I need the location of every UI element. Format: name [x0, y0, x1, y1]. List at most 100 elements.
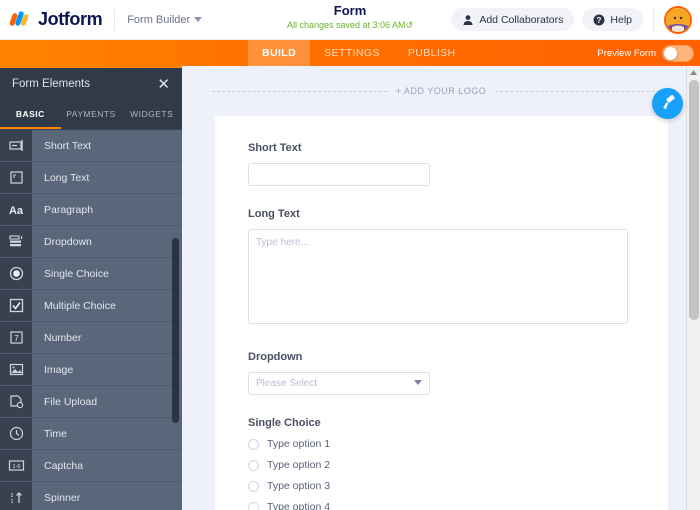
- sidebar-scrollbar[interactable]: [172, 238, 179, 423]
- form-card: Short Text Long Text Dropdown Please Sel…: [215, 116, 668, 510]
- radio-option-label: Type option 3: [267, 480, 331, 492]
- radio-option[interactable]: Type option 4: [248, 501, 635, 510]
- tab-settings-label: SETTINGS: [324, 47, 380, 59]
- dropdown-wrapper: Please Select: [248, 372, 430, 395]
- add-logo-label[interactable]: + ADD YOUR LOGO: [387, 86, 496, 96]
- help-button[interactable]: ? Help: [582, 8, 643, 31]
- radio-icon[interactable]: [248, 438, 259, 450]
- tab-publish-label: PUBLISH: [407, 47, 456, 59]
- radio-option[interactable]: Type option 3: [248, 480, 635, 492]
- sidebar-item-spinner[interactable]: 21 Spinner: [0, 482, 182, 510]
- form-elements-sidebar: Form Elements ✕ BASIC PAYMENTS WIDGETS S…: [0, 66, 182, 510]
- radio-icon[interactable]: [248, 480, 259, 492]
- clock-icon: [0, 418, 32, 449]
- tab-publish[interactable]: PUBLISH: [394, 40, 470, 66]
- toggle-knob: [664, 46, 677, 60]
- tab-build-label: BUILD: [262, 47, 297, 59]
- svg-text:1-6: 1-6: [12, 464, 20, 470]
- tab-payments-label: PAYMENTS: [66, 108, 116, 119]
- sidebar-tabs: BASIC PAYMENTS WIDGETS: [0, 100, 182, 130]
- sidebar-item-time[interactable]: Time: [0, 418, 182, 450]
- dropdown-label: Dropdown: [248, 351, 303, 363]
- scroll-up-arrow-icon[interactable]: [687, 66, 700, 79]
- main-nav-bar: BUILD SETTINGS PUBLISH Preview Form: [0, 40, 700, 66]
- radio-icon[interactable]: [248, 459, 259, 471]
- sidebar-item-dropdown[interactable]: Dropdown: [0, 226, 182, 258]
- short-text-label: Short Text: [248, 142, 302, 154]
- logo-dash-right: [495, 90, 671, 92]
- add-logo-row[interactable]: + ADD YOUR LOGO: [182, 66, 700, 116]
- sidebar-item-label: Captcha: [44, 459, 84, 472]
- paragraph-icon: Aa: [0, 194, 32, 225]
- sidebar-item-captcha[interactable]: 1-6 Captcha: [0, 450, 182, 482]
- undo-icon[interactable]: ↺: [406, 20, 414, 30]
- tab-widgets[interactable]: WIDGETS: [121, 100, 182, 129]
- sidebar-item-label: Single Choice: [44, 267, 109, 280]
- sidebar-item-multiple-choice[interactable]: Multiple Choice: [0, 290, 182, 322]
- sidebar-item-label: File Upload: [44, 395, 98, 408]
- logo-dash-left: [212, 90, 387, 92]
- captcha-icon: 1-6: [0, 450, 32, 481]
- sidebar-item-paragraph[interactable]: Aa Paragraph: [0, 194, 182, 226]
- sidebar-item-label: Image: [44, 363, 74, 376]
- top-header: Jotform Form Builder Form All changes sa…: [0, 0, 700, 40]
- short-text-input[interactable]: [248, 163, 430, 186]
- sidebar-item-label: Number: [44, 331, 82, 344]
- sidebar-header: Form Elements ✕: [0, 68, 182, 100]
- dropdown-select[interactable]: Please Select: [248, 372, 430, 395]
- sidebar-item-file-upload[interactable]: File Upload: [0, 386, 182, 418]
- radio-option-label: Type option 2: [267, 459, 331, 471]
- element-list: Short Text Long Text Aa Paragraph Dropdo…: [0, 130, 182, 510]
- radio-option-label: Type option 1: [267, 438, 331, 450]
- product-selector-label: Form Builder: [127, 13, 191, 26]
- tab-basic[interactable]: BASIC: [0, 100, 61, 129]
- sidebar-item-image[interactable]: Image: [0, 354, 182, 386]
- page-scrollbar[interactable]: [686, 66, 700, 510]
- sidebar-item-label: Multiple Choice: [44, 299, 116, 312]
- single-choice-label: Single Choice: [248, 417, 321, 429]
- chevron-down-icon: [414, 380, 422, 385]
- product-selector[interactable]: Form Builder: [127, 13, 203, 26]
- field-dropdown: Dropdown Please Select: [248, 351, 635, 395]
- avatar[interactable]: [664, 5, 692, 34]
- sidebar-item-single-choice[interactable]: Single Choice: [0, 258, 182, 290]
- long-text-label: Long Text: [248, 208, 300, 220]
- tab-build[interactable]: BUILD: [248, 40, 311, 66]
- close-icon[interactable]: ✕: [157, 77, 170, 92]
- image-icon: [0, 354, 32, 385]
- sidebar-item-number[interactable]: 7 Number: [0, 322, 182, 354]
- paint-roller-icon: [663, 95, 675, 110]
- preview-form-control: Preview Form: [597, 40, 700, 66]
- radio-icon[interactable]: [248, 501, 259, 510]
- spinner-icon: 21: [0, 482, 32, 510]
- sidebar-item-label: Long Text: [44, 171, 90, 184]
- sidebar-item-short-text[interactable]: Short Text: [0, 130, 182, 162]
- tab-basic-label: BASIC: [15, 108, 45, 119]
- sidebar-title: Form Elements: [12, 78, 90, 90]
- tab-payments[interactable]: PAYMENTS: [61, 100, 122, 129]
- long-text-icon: [0, 162, 32, 193]
- person-icon: [462, 14, 474, 26]
- field-long-text: Long Text: [248, 208, 635, 329]
- form-designer-button[interactable]: [652, 88, 683, 119]
- jotform-logo-icon: [9, 10, 32, 30]
- radio-option[interactable]: Type option 2: [248, 459, 635, 471]
- chevron-down-icon: [194, 17, 203, 22]
- brand-name: Jotform: [38, 9, 103, 29]
- file-upload-icon: [0, 386, 32, 417]
- sidebar-item-label: Paragraph: [44, 203, 94, 216]
- brand-logo[interactable]: Jotform: [0, 9, 103, 30]
- preview-form-toggle[interactable]: [662, 44, 694, 62]
- radio-option[interactable]: Type option 1: [248, 438, 635, 450]
- sidebar-item-label: Short Text: [44, 139, 92, 152]
- field-short-text: Short Text: [248, 142, 635, 186]
- add-collaborators-button[interactable]: Add Collaborators: [451, 8, 575, 31]
- tab-settings[interactable]: SETTINGS: [310, 40, 394, 66]
- scrollbar-thumb[interactable]: [689, 80, 699, 320]
- sidebar-item-label: Dropdown: [44, 235, 92, 248]
- sidebar-item-long-text[interactable]: Long Text: [0, 162, 182, 194]
- form-canvas: + ADD YOUR LOGO Short Text Long Text Dro…: [182, 66, 700, 510]
- long-text-input[interactable]: [248, 229, 628, 324]
- header-divider-2: [653, 7, 654, 32]
